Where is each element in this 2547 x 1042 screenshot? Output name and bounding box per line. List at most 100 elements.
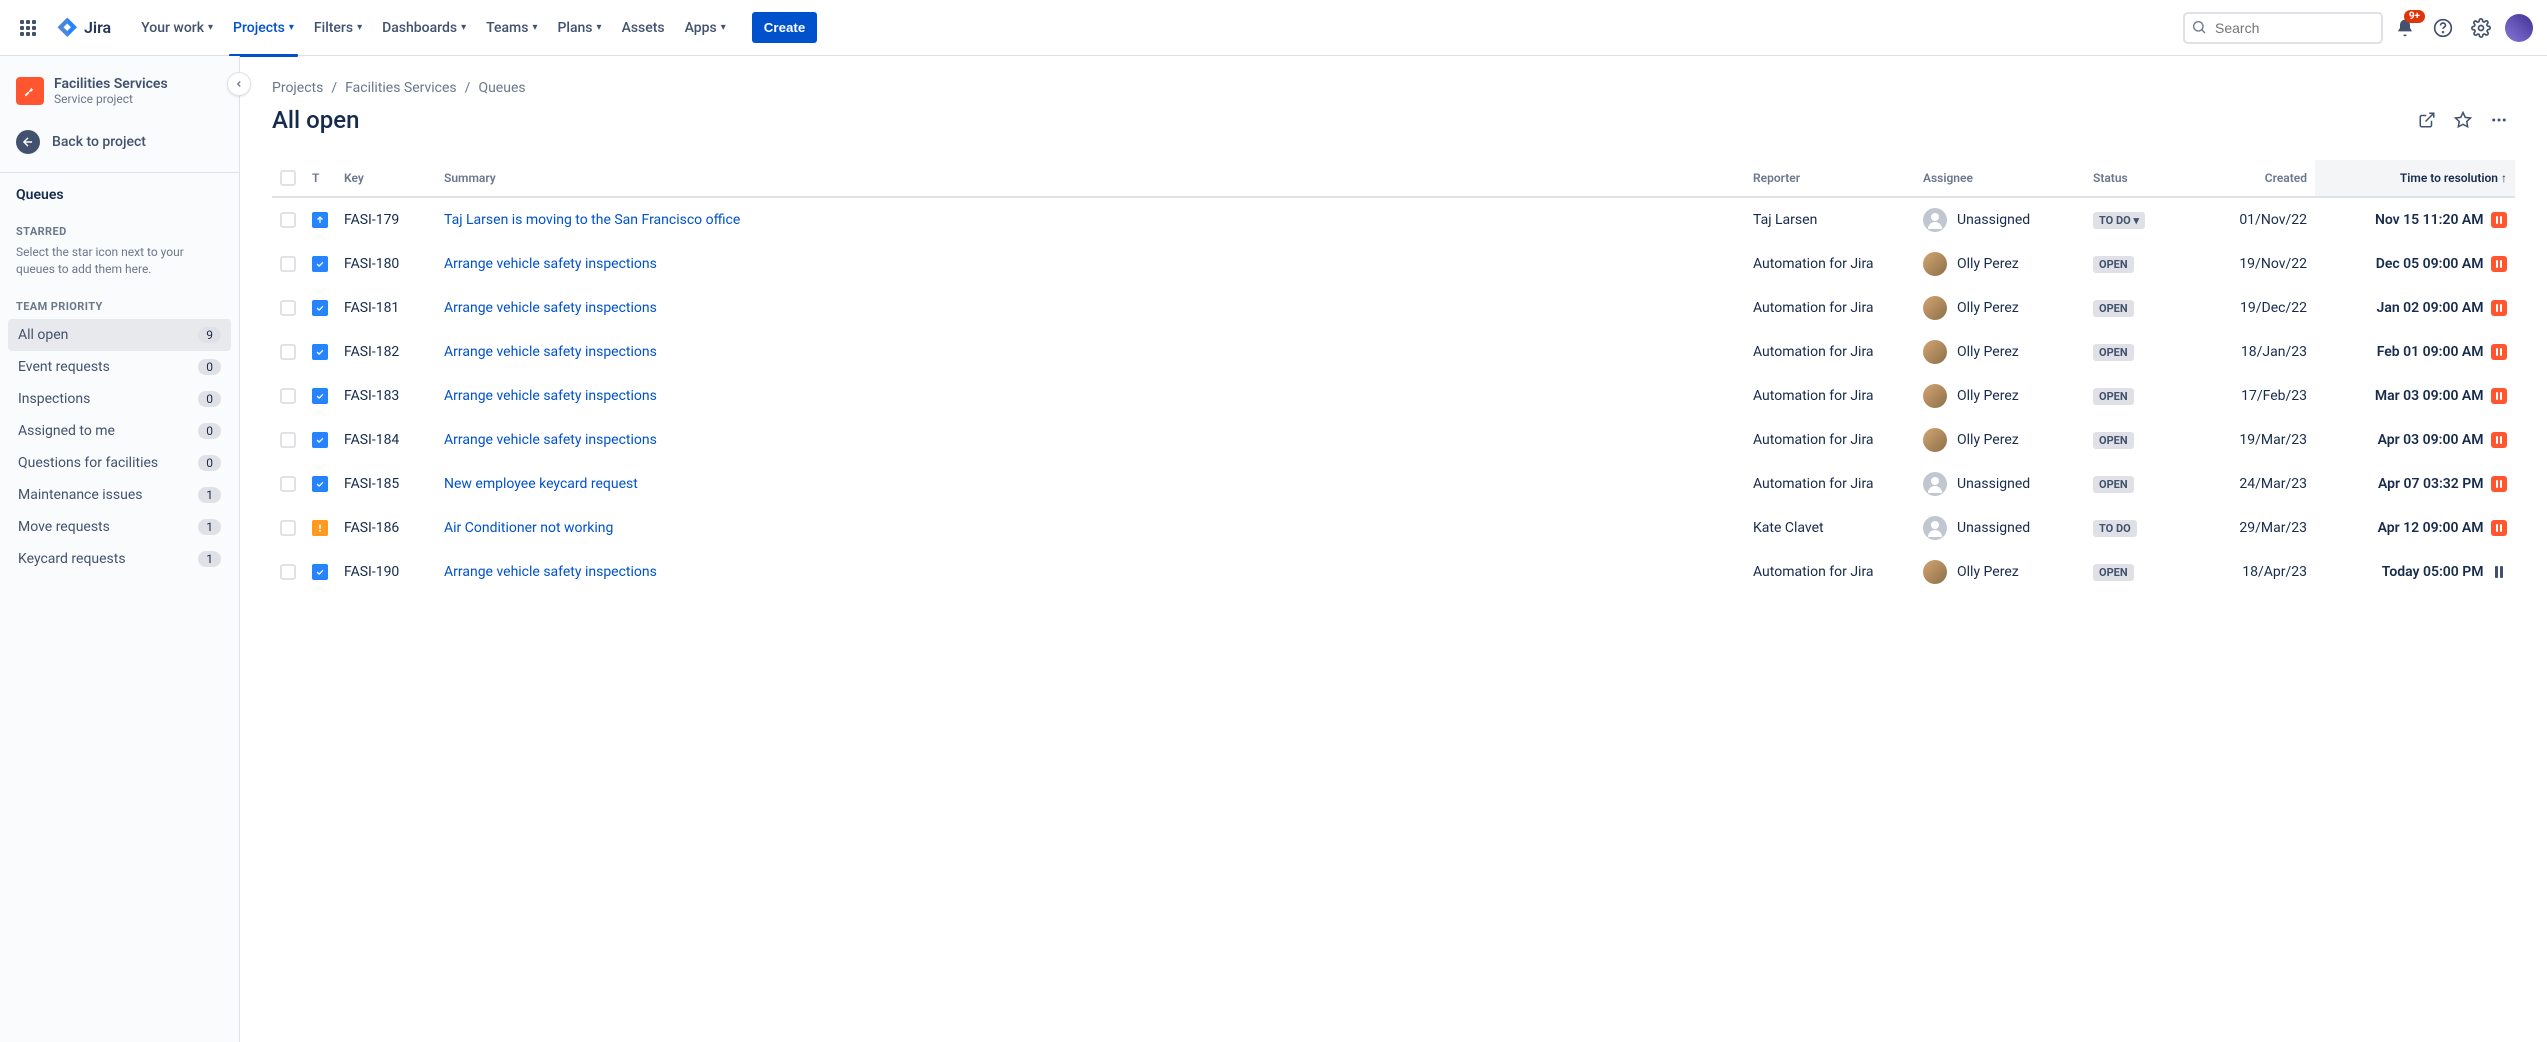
- sla-breach-icon: [2491, 432, 2507, 448]
- search-input[interactable]: [2183, 12, 2383, 44]
- issue-summary-link[interactable]: Arrange vehicle safety inspections: [444, 256, 657, 272]
- issue-summary-link[interactable]: Arrange vehicle safety inspections: [444, 564, 657, 580]
- table-row[interactable]: FASI-181 Arrange vehicle safety inspecti…: [272, 286, 2515, 330]
- table-row[interactable]: FASI-183 Arrange vehicle safety inspecti…: [272, 374, 2515, 418]
- col-type[interactable]: T: [304, 160, 336, 197]
- create-button[interactable]: Create: [752, 12, 818, 43]
- row-checkbox[interactable]: [280, 432, 296, 448]
- sla-breach-icon: [2491, 476, 2507, 492]
- table-row[interactable]: FASI-185 New employee keycard request Au…: [272, 462, 2515, 506]
- issue-key[interactable]: FASI-182: [336, 330, 436, 374]
- issue-key[interactable]: FASI-186: [336, 506, 436, 550]
- nav-item-projects[interactable]: Projects▾: [223, 12, 304, 44]
- star-button[interactable]: [2447, 104, 2479, 136]
- help-button[interactable]: [2427, 12, 2459, 44]
- row-checkbox[interactable]: [280, 300, 296, 316]
- row-checkbox[interactable]: [280, 256, 296, 272]
- breadcrumb-separator: /: [465, 80, 471, 96]
- table-row[interactable]: FASI-190 Arrange vehicle safety inspecti…: [272, 550, 2515, 594]
- issue-summary-link[interactable]: Air Conditioner not working: [444, 520, 613, 536]
- app-switcher-button[interactable]: [12, 12, 44, 44]
- table-row[interactable]: FASI-182 Arrange vehicle safety inspecti…: [272, 330, 2515, 374]
- issue-key[interactable]: FASI-180: [336, 242, 436, 286]
- reporter-cell: Automation for Jira: [1745, 550, 1915, 594]
- issue-key[interactable]: FASI-181: [336, 286, 436, 330]
- row-checkbox[interactable]: [280, 344, 296, 360]
- col-status[interactable]: Status: [2085, 160, 2195, 197]
- queue-count: 1: [198, 487, 221, 503]
- time-to-resolution-cell: Feb 01 09:00 AM: [2315, 330, 2515, 374]
- queue-item-assigned-to-me[interactable]: Assigned to me0: [8, 415, 231, 447]
- status-badge[interactable]: TO DO: [2093, 520, 2137, 537]
- table-row[interactable]: FASI-184 Arrange vehicle safety inspecti…: [272, 418, 2515, 462]
- col-summary[interactable]: Summary: [436, 160, 1745, 197]
- issue-summary-link[interactable]: Arrange vehicle safety inspections: [444, 300, 657, 316]
- select-all-checkbox[interactable]: [280, 170, 296, 186]
- issue-key[interactable]: FASI-179: [336, 197, 436, 242]
- issue-key[interactable]: FASI-190: [336, 550, 436, 594]
- created-cell: 18/Apr/23: [2195, 550, 2315, 594]
- status-badge[interactable]: OPEN: [2093, 564, 2134, 581]
- issue-summary-link[interactable]: Arrange vehicle safety inspections: [444, 388, 657, 404]
- issue-key[interactable]: FASI-183: [336, 374, 436, 418]
- issue-summary-link[interactable]: New employee keycard request: [444, 476, 638, 492]
- row-checkbox[interactable]: [280, 476, 296, 492]
- breadcrumb-item[interactable]: Facilities Services: [345, 80, 457, 96]
- profile-button[interactable]: [2503, 12, 2535, 44]
- queue-item-all-open[interactable]: All open9: [8, 319, 231, 351]
- col-time-to-resolution[interactable]: Time to resolution ↑: [2315, 160, 2515, 197]
- queue-item-maintenance-issues[interactable]: Maintenance issues1: [8, 479, 231, 511]
- table-row[interactable]: FASI-179 Taj Larsen is moving to the San…: [272, 197, 2515, 242]
- notifications-button[interactable]: 9+: [2389, 12, 2421, 44]
- assignee-cell: Olly Perez: [1923, 340, 2077, 364]
- issue-key[interactable]: FASI-184: [336, 418, 436, 462]
- open-external-button[interactable]: [2411, 104, 2443, 136]
- issue-key[interactable]: FASI-185: [336, 462, 436, 506]
- nav-item-plans[interactable]: Plans▾: [547, 12, 611, 44]
- nav-item-apps[interactable]: Apps▾: [675, 12, 736, 44]
- project-icon: [16, 77, 44, 105]
- nav-item-your-work[interactable]: Your work▾: [131, 12, 223, 44]
- nav-item-filters[interactable]: Filters▾: [304, 12, 372, 44]
- issue-summary-link[interactable]: Arrange vehicle safety inspections: [444, 432, 657, 448]
- issue-type-icon: [312, 432, 328, 448]
- table-row[interactable]: FASI-180 Arrange vehicle safety inspecti…: [272, 242, 2515, 286]
- table-row[interactable]: FASI-186 Air Conditioner not working Kat…: [272, 506, 2515, 550]
- queue-item-keycard-requests[interactable]: Keycard requests1: [8, 543, 231, 575]
- top-nav: Jira Your work▾Projects▾Filters▾Dashboar…: [0, 0, 2547, 56]
- queue-item-event-requests[interactable]: Event requests0: [8, 351, 231, 383]
- nav-item-teams[interactable]: Teams▾: [476, 12, 547, 44]
- issue-summary-link[interactable]: Taj Larsen is moving to the San Francisc…: [444, 212, 740, 228]
- col-created[interactable]: Created: [2195, 160, 2315, 197]
- nav-item-assets[interactable]: Assets: [612, 12, 675, 44]
- assignee-cell: Unassigned: [1923, 516, 2077, 540]
- col-assignee[interactable]: Assignee: [1915, 160, 2085, 197]
- more-actions-button[interactable]: [2483, 104, 2515, 136]
- col-key[interactable]: Key: [336, 160, 436, 197]
- status-badge[interactable]: OPEN: [2093, 256, 2134, 273]
- breadcrumb-item[interactable]: Projects: [272, 80, 323, 96]
- col-reporter[interactable]: Reporter: [1745, 160, 1915, 197]
- queue-label: Move requests: [18, 519, 110, 535]
- status-badge[interactable]: OPEN: [2093, 476, 2134, 493]
- settings-button[interactable]: [2465, 12, 2497, 44]
- breadcrumb-item[interactable]: Queues: [478, 80, 525, 96]
- row-checkbox[interactable]: [280, 520, 296, 536]
- status-badge[interactable]: OPEN: [2093, 300, 2134, 317]
- issue-summary-link[interactable]: Arrange vehicle safety inspections: [444, 344, 657, 360]
- jira-logo[interactable]: Jira: [48, 16, 119, 40]
- back-to-project-link[interactable]: Back to project: [8, 122, 231, 162]
- time-to-resolution-cell: Apr 07 03:32 PM: [2315, 462, 2515, 506]
- status-badge[interactable]: OPEN: [2093, 388, 2134, 405]
- queue-item-move-requests[interactable]: Move requests1: [8, 511, 231, 543]
- collapse-sidebar-button[interactable]: [227, 72, 251, 96]
- row-checkbox[interactable]: [280, 388, 296, 404]
- status-badge[interactable]: OPEN: [2093, 344, 2134, 361]
- row-checkbox[interactable]: [280, 212, 296, 228]
- nav-item-dashboards[interactable]: Dashboards▾: [372, 12, 476, 44]
- queue-item-questions-for-facilities[interactable]: Questions for facilities0: [8, 447, 231, 479]
- queue-item-inspections[interactable]: Inspections0: [8, 383, 231, 415]
- status-badge[interactable]: OPEN: [2093, 432, 2134, 449]
- status-badge[interactable]: TO DO ▾: [2093, 212, 2145, 229]
- row-checkbox[interactable]: [280, 564, 296, 580]
